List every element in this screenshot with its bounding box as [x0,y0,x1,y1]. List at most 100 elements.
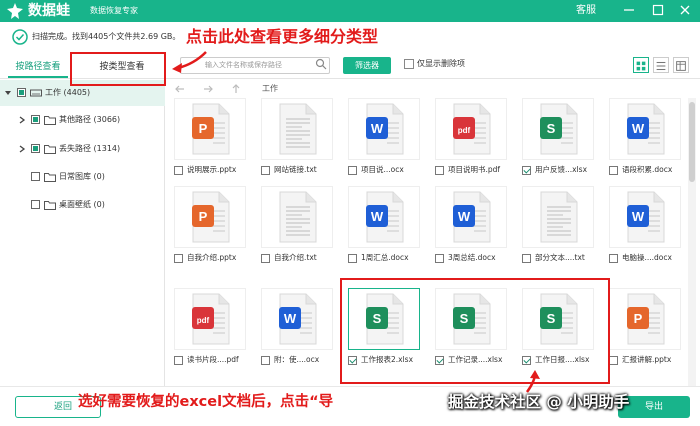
file-checkbox[interactable] [609,356,618,365]
tree-checkbox[interactable] [31,144,40,153]
detail-view-button[interactable] [673,57,689,73]
txt-file-icon [279,191,317,243]
docx-file-icon: W [366,191,404,243]
file-name: 项目说明书.pdf [448,165,501,174]
file-item[interactable]: 部分文本....txt [522,186,602,270]
scrollbar[interactable] [688,98,696,386]
file-item[interactable]: pdf 项目说明书.pdf [435,98,515,182]
back-arrow-icon[interactable] [174,83,186,95]
file-item[interactable]: 网站链接.txt [261,98,341,182]
detail-view-icon [676,61,686,71]
file-item[interactable]: S 用户反馈...xlsx [522,98,602,182]
file-thumbnail[interactable] [261,98,333,160]
tree-checkbox[interactable] [17,88,26,97]
file-name: 语段积累.docx [622,165,673,174]
tree-item-daily-gallery[interactable]: 日常图库 (0) [0,164,165,190]
file-checkbox[interactable] [174,356,183,365]
tree-checkbox[interactable] [31,115,40,124]
file-checkbox[interactable] [348,166,357,175]
file-thumbnail[interactable]: W [348,98,420,160]
file-thumbnail[interactable]: pdf [435,98,507,160]
folder-icon [44,145,56,154]
chevron-down-icon[interactable] [4,89,12,97]
file-thumbnail[interactable]: W [348,186,420,248]
file-name: 自我介绍.txt [274,253,317,262]
tab-by-path[interactable]: 按路径查看 [8,56,68,78]
file-thumbnail[interactable]: S [522,98,594,160]
file-name: 用户反馈...xlsx [535,165,588,174]
file-item[interactable]: P 自我介绍.pptx [174,186,254,270]
file-checkbox[interactable] [261,356,270,365]
file-name: 项目说...ocx [361,165,404,174]
list-view-button[interactable] [653,57,669,73]
up-arrow-icon[interactable] [230,83,242,95]
file-checkbox[interactable] [174,166,183,175]
file-checkbox[interactable] [174,254,183,263]
tree-checkbox[interactable] [31,172,40,181]
tree-item-lost-paths[interactable]: 丢失路径 (1314) [0,136,165,162]
file-item[interactable]: 自我介绍.txt [261,186,341,270]
scrollbar-thumb[interactable] [689,102,695,182]
svg-text:W: W [632,121,645,136]
file-thumbnail[interactable]: P [174,98,246,160]
tree-item-other-paths[interactable]: 其他路径 (3066) [0,107,165,133]
tree-item-desktop-wallpaper[interactable]: 桌面壁纸 (0) [0,192,165,218]
file-item[interactable]: pdf 读书片段....pdf [174,288,254,372]
file-checkbox[interactable] [261,166,270,175]
file-thumbnail[interactable]: W [609,98,681,160]
folder-icon [44,201,56,210]
file-name: 电脑操....docx [622,253,672,262]
pptx-file-icon: P [627,293,665,345]
show-deleted-checkbox[interactable] [404,59,414,69]
file-thumbnail[interactable]: W [435,186,507,248]
docx-file-icon: W [366,103,404,155]
maximize-icon[interactable] [651,3,665,17]
file-checkbox[interactable] [609,254,618,263]
file-checkbox[interactable] [522,254,531,263]
file-checkbox[interactable] [348,254,357,263]
search-icon[interactable] [315,58,327,70]
file-item[interactable]: W 电脑操....docx [609,186,689,270]
file-checkbox[interactable] [435,166,444,175]
minimize-icon[interactable] [622,3,636,17]
service-link[interactable]: 客服 [576,4,596,18]
annotation-box-type-tab [70,52,166,86]
tree-checkbox[interactable] [31,200,40,209]
file-item[interactable]: W 3周总结.docx [435,186,515,270]
app-subtitle: 数据恢复专家 [90,6,138,15]
file-thumbnail[interactable]: P [174,186,246,248]
filter-button[interactable]: 筛选器 [343,57,391,74]
file-item[interactable]: P 汇报讲解.pptx [609,288,689,372]
file-checkbox[interactable] [609,166,618,175]
chevron-right-icon[interactable] [18,116,26,124]
file-name: 3周总结.docx [448,253,496,262]
file-item[interactable]: W 语段积累.docx [609,98,689,182]
file-thumbnail[interactable]: P [609,288,681,350]
xlsx-file-icon: S [540,103,578,155]
file-checkbox[interactable] [261,254,270,263]
file-checkbox[interactable] [522,166,531,175]
grid-view-icon [636,61,646,71]
file-name: 说明展示.pptx [187,165,237,174]
file-thumbnail[interactable] [261,186,333,248]
forward-arrow-icon[interactable] [202,83,214,95]
file-item[interactable]: W 1周汇总.docx [348,186,428,270]
file-thumbnail[interactable] [522,186,594,248]
annotation-top-hint: 点击此处查看更多细分类型 [186,27,379,46]
svg-text:W: W [458,209,471,224]
chevron-right-icon[interactable] [18,145,26,153]
pptx-file-icon: P [192,191,230,243]
grid-view-button[interactable] [633,57,649,73]
file-item[interactable]: P 说明展示.pptx [174,98,254,182]
close-icon[interactable] [678,3,692,17]
file-thumbnail[interactable]: W [609,186,681,248]
title-bar: 数据蛙 数据恢复专家 客服 [0,0,700,22]
file-item[interactable]: W 项目说...ocx [348,98,428,182]
file-checkbox[interactable] [435,254,444,263]
nav-bar: 工作 [166,80,700,98]
folder-tree: 工作 (4405) 其他路径 (3066) 丢失路径 (1314) 日常图库 (… [0,80,165,386]
file-item[interactable]: W 附：使....ocx [261,288,341,372]
file-thumbnail[interactable]: W [261,288,333,350]
drive-icon [30,89,42,97]
file-thumbnail[interactable]: pdf [174,288,246,350]
